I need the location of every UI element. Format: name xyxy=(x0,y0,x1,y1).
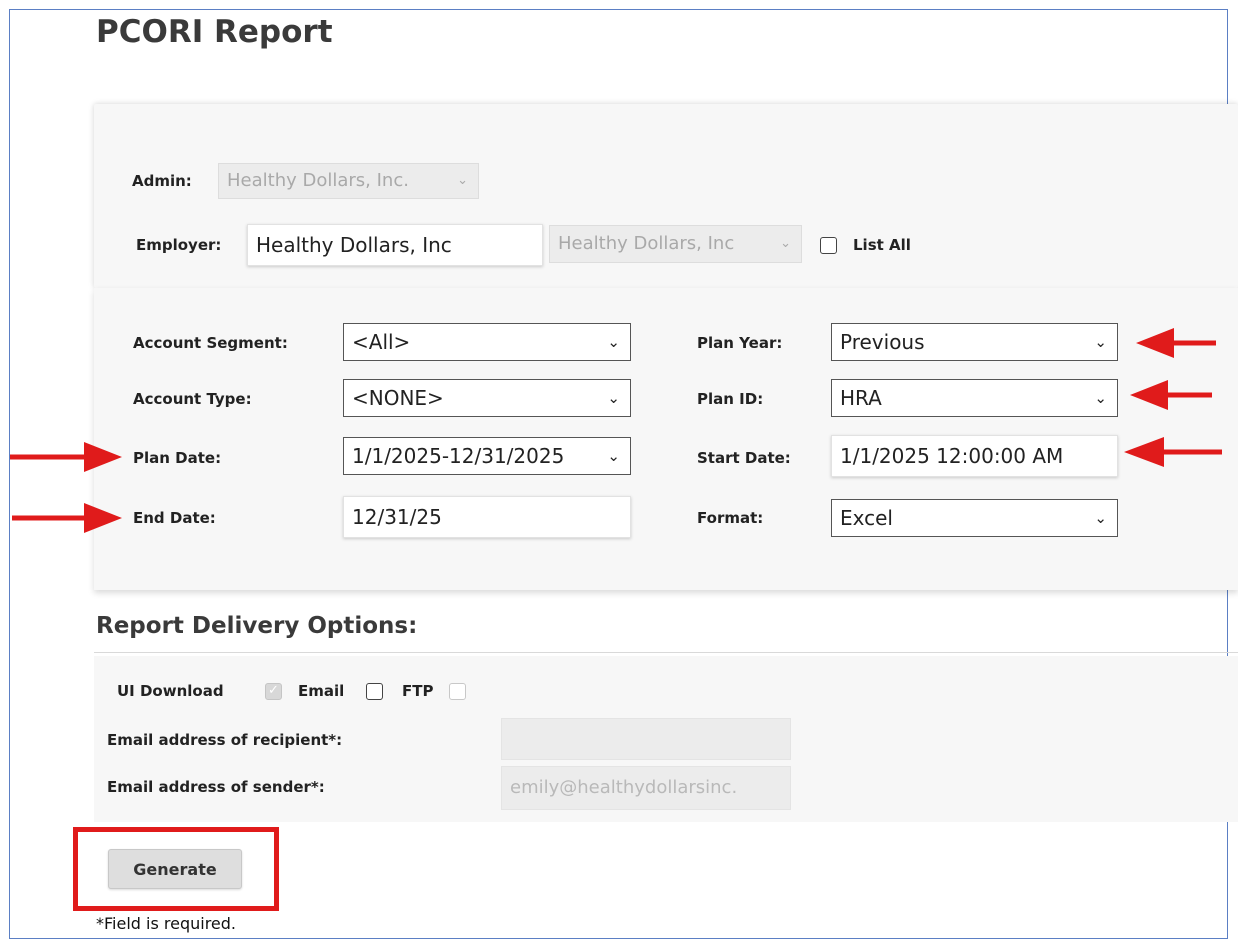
recipient-email-label: Email address of recipient*: xyxy=(107,731,343,749)
chevron-down-icon: ⌄ xyxy=(1094,389,1107,407)
account-segment-select[interactable]: <All> ⌄ xyxy=(343,323,631,361)
email-checkbox[interactable] xyxy=(366,683,383,700)
end-date-input[interactable]: 12/31/25 xyxy=(343,496,631,538)
annotation-highlight-box xyxy=(73,827,279,911)
account-type-value: <NONE> xyxy=(352,386,444,410)
plan-id-label: Plan ID: xyxy=(697,390,764,408)
chevron-down-icon: ⌄ xyxy=(607,389,620,407)
chevron-down-icon: ⌄ xyxy=(607,333,620,351)
ftp-checkbox[interactable] xyxy=(449,683,466,700)
chevron-down-icon: ⌄ xyxy=(457,173,468,188)
plan-date-select[interactable]: 1/1/2025-12/31/2025 ⌄ xyxy=(343,437,631,475)
admin-label: Admin: xyxy=(132,172,192,190)
account-segment-label: Account Segment: xyxy=(133,334,288,352)
plan-date-label: Plan Date: xyxy=(133,449,222,467)
employer-select-value: Healthy Dollars, Inc xyxy=(558,233,735,254)
email-label: Email xyxy=(298,682,345,700)
chevron-down-icon: ⌄ xyxy=(1094,333,1107,351)
plan-year-label: Plan Year: xyxy=(697,334,783,352)
list-all-checkbox[interactable] xyxy=(820,237,837,254)
chevron-down-icon: ⌄ xyxy=(780,236,791,251)
employer-label: Employer: xyxy=(136,236,222,254)
account-segment-value: <All> xyxy=(352,330,411,354)
start-date-label: Start Date: xyxy=(697,449,791,467)
plan-id-select[interactable]: HRA ⌄ xyxy=(831,379,1118,417)
admin-select[interactable]: Healthy Dollars, Inc. ⌄ xyxy=(218,163,479,199)
ftp-label: FTP xyxy=(402,682,434,700)
end-date-label: End Date: xyxy=(133,509,216,527)
delivery-heading: Report Delivery Options: xyxy=(96,613,418,639)
format-value: Excel xyxy=(840,506,893,530)
employer-input[interactable]: Healthy Dollars, Inc xyxy=(247,224,543,266)
page-title: PCORI Report xyxy=(96,14,333,50)
list-all-label: List All xyxy=(853,236,911,254)
sender-email-label: Email address of sender*: xyxy=(107,778,325,796)
plan-year-select[interactable]: Previous ⌄ xyxy=(831,323,1118,361)
admin-select-value: Healthy Dollars, Inc. xyxy=(227,170,409,191)
plan-date-value: 1/1/2025-12/31/2025 xyxy=(352,444,565,468)
plan-id-value: HRA xyxy=(840,386,882,410)
account-type-select[interactable]: <NONE> ⌄ xyxy=(343,379,631,417)
format-select[interactable]: Excel ⌄ xyxy=(831,499,1118,537)
format-label: Format: xyxy=(697,509,764,527)
recipient-email-input[interactable] xyxy=(501,718,791,760)
plan-year-value: Previous xyxy=(840,330,925,354)
start-date-input[interactable]: 1/1/2025 12:00:00 AM xyxy=(831,435,1118,477)
sender-email-input[interactable]: emily@healthydollarsinc. xyxy=(501,766,791,810)
ui-download-checkbox[interactable]: ✓ xyxy=(265,683,282,700)
required-field-note: *Field is required. xyxy=(96,914,237,933)
account-type-label: Account Type: xyxy=(133,390,252,408)
chevron-down-icon: ⌄ xyxy=(607,447,620,465)
chevron-down-icon: ⌄ xyxy=(1094,509,1107,527)
ui-download-label: UI Download xyxy=(117,682,224,700)
employer-select[interactable]: Healthy Dollars, Inc ⌄ xyxy=(549,225,802,263)
section-divider xyxy=(94,652,1238,653)
